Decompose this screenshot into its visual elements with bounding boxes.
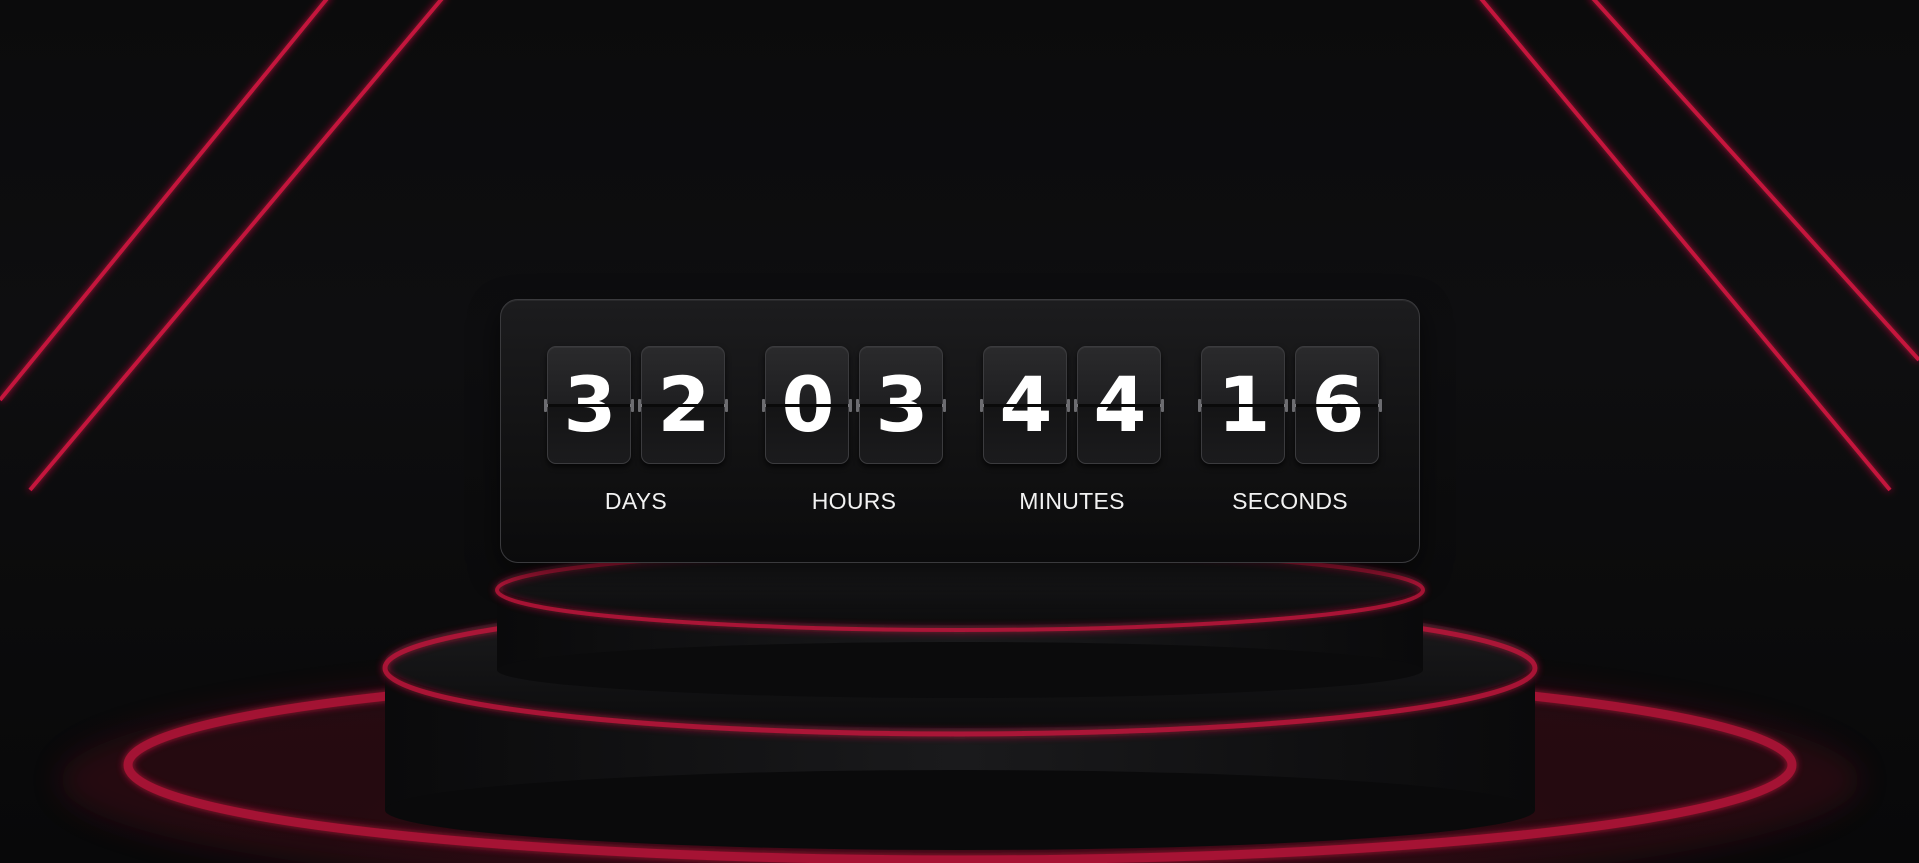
flip-card-days-ones: 2 <box>638 346 728 464</box>
flip-hinge <box>1292 399 1382 412</box>
seconds-digits: 1 6 <box>1198 346 1382 466</box>
minutes-unit: 4 4 MINUTES <box>980 346 1164 515</box>
flip-card-seconds-tens: 1 <box>1198 346 1288 464</box>
flip-card-hours-tens: 0 <box>762 346 852 464</box>
days-digits: 3 2 <box>544 346 728 466</box>
flip-hinge <box>980 399 1070 412</box>
days-unit: 3 2 DAYS <box>544 346 728 515</box>
hours-unit: 0 3 HOURS <box>762 346 946 515</box>
flip-hinge <box>638 399 728 412</box>
flip-hinge <box>762 399 852 412</box>
countdown-panel: 3 2 DAYS 0 3 HOURS 4 4 MINUTES 1 6 SECON… <box>500 299 1420 563</box>
minutes-label: MINUTES <box>1019 488 1125 514</box>
flip-card-minutes-ones: 4 <box>1074 346 1164 464</box>
days-label: DAYS <box>604 488 668 514</box>
countdown-stage: 3 2 DAYS 0 3 HOURS 4 4 MINUTES 1 6 SECON… <box>0 0 1919 863</box>
hours-label: HOURS <box>811 488 897 514</box>
countdown-units: 3 2 DAYS 0 3 HOURS 4 4 MINUTES 1 6 SECON… <box>544 346 1382 515</box>
hours-digits: 0 3 <box>762 346 946 466</box>
flip-card-minutes-tens: 4 <box>980 346 1070 464</box>
flip-card-hours-ones: 3 <box>856 346 946 464</box>
seconds-unit: 1 6 SECONDS <box>1198 346 1382 515</box>
flip-hinge <box>856 399 946 412</box>
flip-hinge <box>1198 399 1288 412</box>
flip-card-days-tens: 3 <box>544 346 634 464</box>
flip-card-seconds-ones: 6 <box>1292 346 1382 464</box>
flip-hinge <box>1074 399 1164 412</box>
seconds-label: SECONDS <box>1232 488 1348 514</box>
minutes-digits: 4 4 <box>980 346 1164 466</box>
flip-hinge <box>544 399 634 412</box>
